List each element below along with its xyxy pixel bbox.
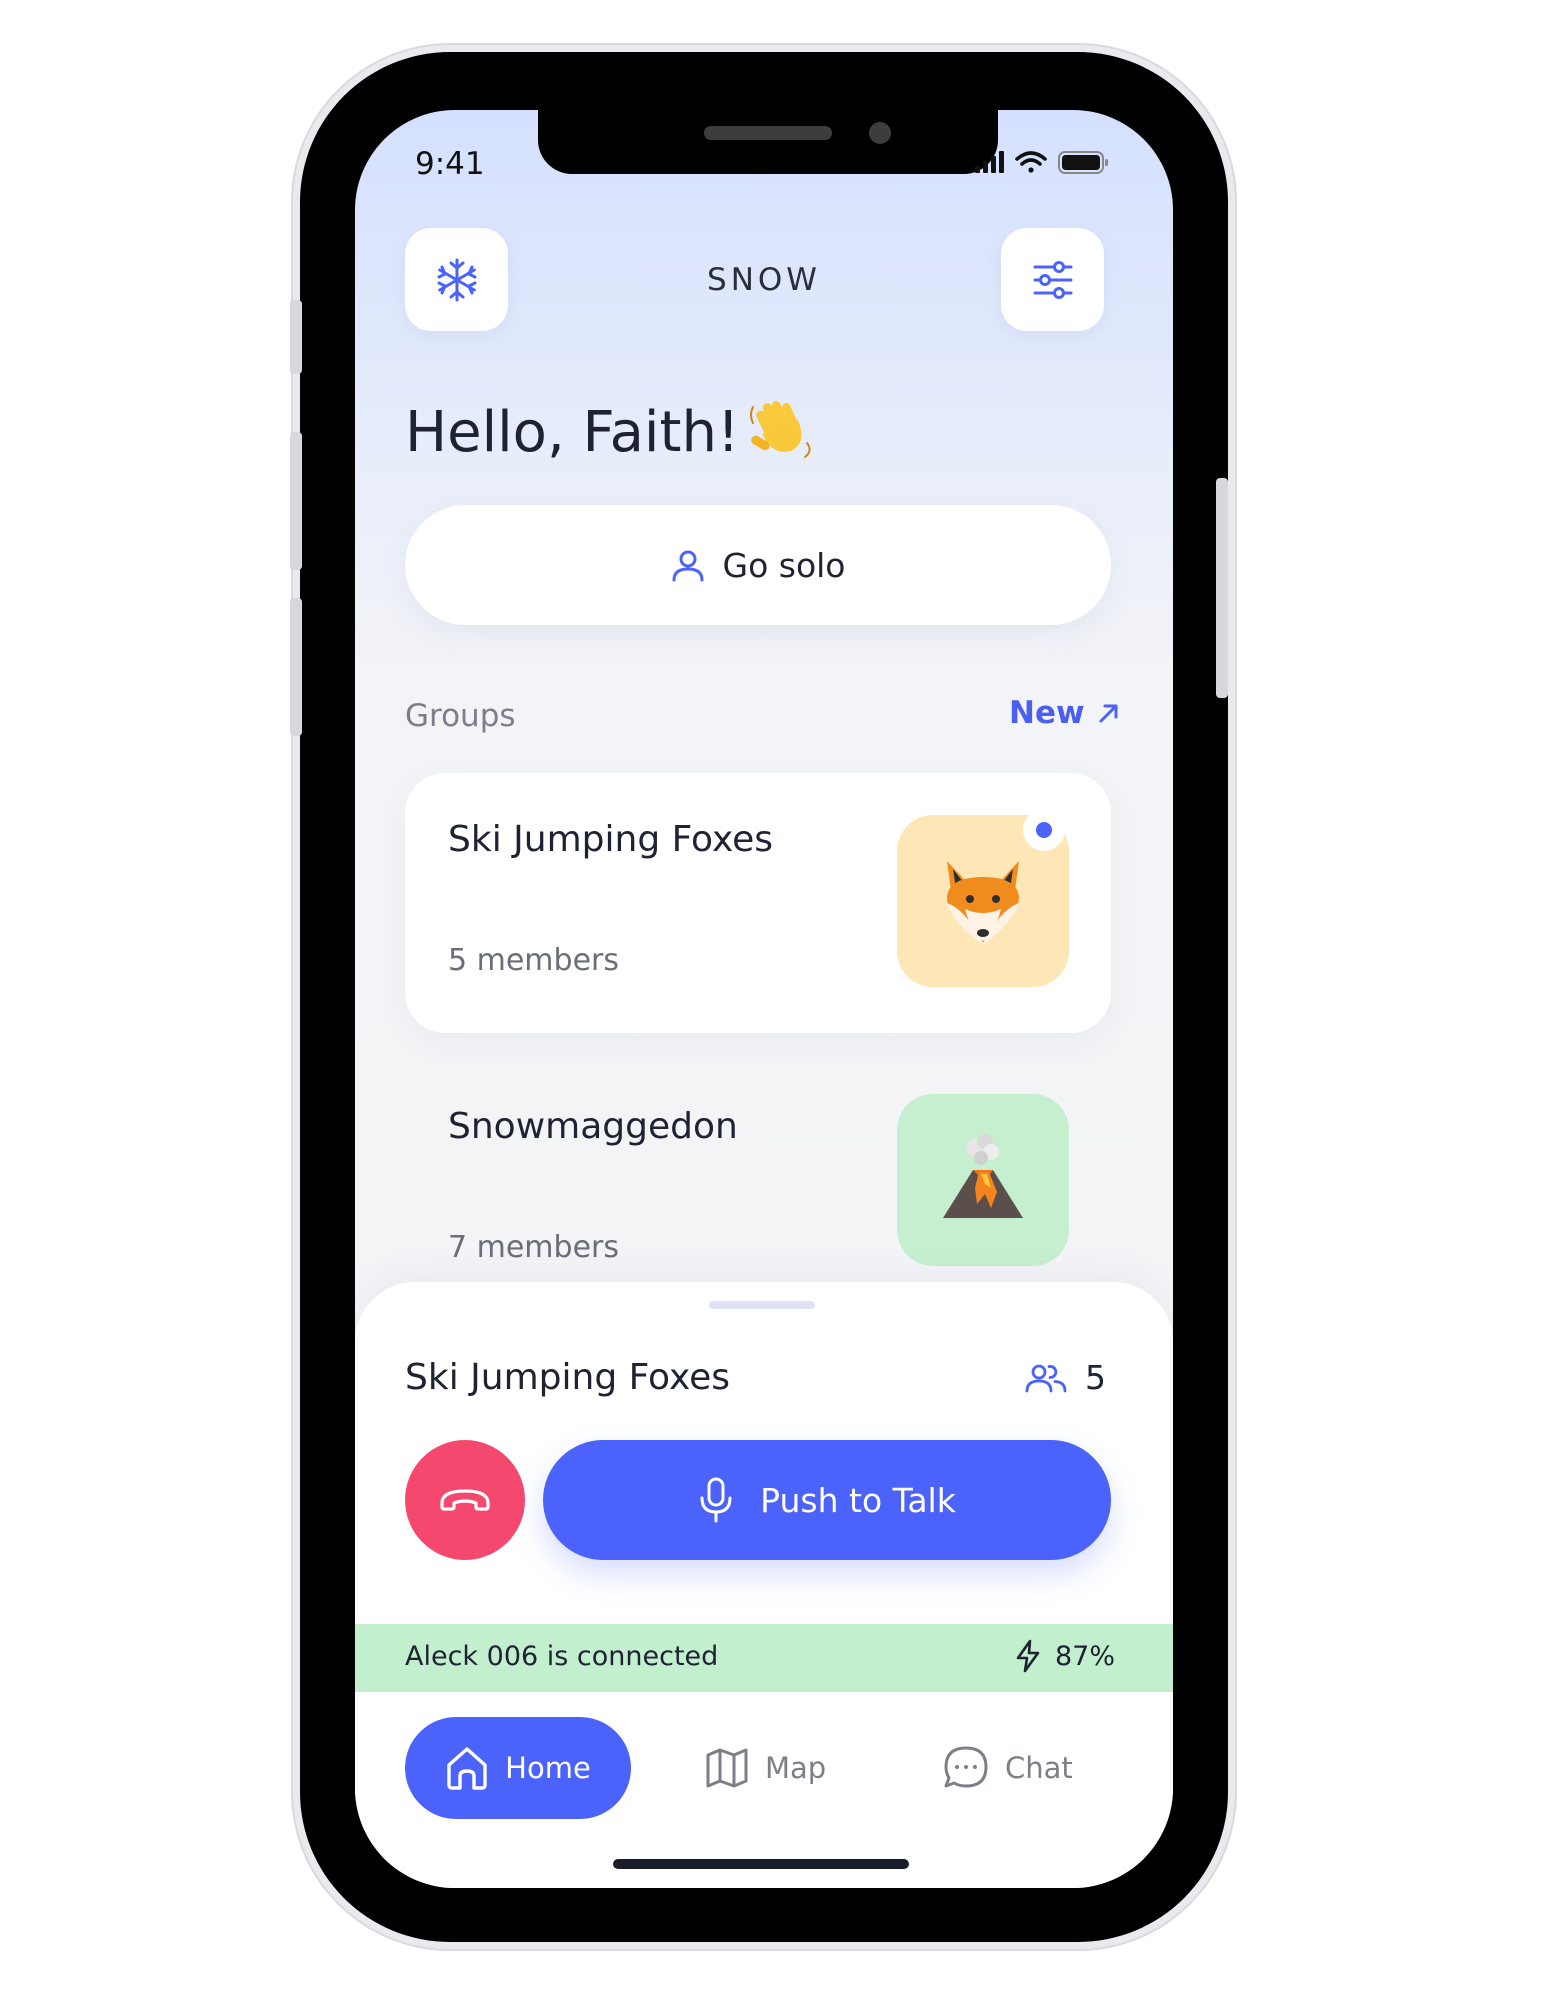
phone-volume-down [290, 598, 302, 736]
phone-mute-switch [290, 300, 302, 374]
notch [538, 110, 998, 174]
phone-power-button [1216, 478, 1228, 698]
waving-hand-emoji [750, 401, 811, 458]
wifi-icon [1015, 151, 1047, 173]
group-members: 5 members [448, 943, 619, 978]
hang-up-button[interactable] [405, 1440, 525, 1560]
push-to-talk-label: Push to Talk [760, 1480, 956, 1520]
go-solo-label: Go solo [722, 545, 846, 585]
phone-hangup-icon [440, 1489, 490, 1511]
device-battery: 87% [1015, 1639, 1115, 1673]
member-count-value: 5 [1085, 1358, 1106, 1397]
front-camera [869, 122, 891, 144]
speaker [704, 126, 832, 140]
active-group-name: Ski Jumping Foxes [405, 1357, 731, 1398]
signal-icon [975, 151, 1004, 173]
nav-chat-label: Chat [1005, 1751, 1073, 1785]
groups-heading: Groups [405, 698, 516, 734]
status-icons [975, 151, 1108, 174]
app-screen: 9:41 SNOW Hello, Faith! Go solo Groups N… [355, 110, 1173, 1888]
map-icon [706, 1748, 748, 1788]
group-name: Snowmaggedon [448, 1106, 738, 1147]
phone-volume-up [290, 432, 302, 570]
active-group-members[interactable]: 5 [1025, 1358, 1106, 1397]
sliders-icon [1033, 260, 1072, 299]
home-icon [447, 1747, 487, 1790]
home-indicator [613, 1859, 909, 1869]
group-name: Ski Jumping Foxes [448, 819, 774, 860]
greeting-text: Hello, Faith! [405, 400, 740, 465]
sheet-handle[interactable] [709, 1301, 815, 1309]
volcano-emoji [943, 1134, 1023, 1218]
go-solo-button[interactable]: Go solo [405, 505, 1111, 625]
push-to-talk-button[interactable]: Push to Talk [543, 1440, 1111, 1560]
users-icon [1025, 1364, 1067, 1392]
group-card[interactable]: Ski Jumping Foxes 5 members [405, 773, 1111, 1033]
microphone-icon [700, 1477, 732, 1523]
active-group-sheet: Ski Jumping Foxes 5 Push to Talk Aleck 0… [355, 1282, 1173, 1888]
connection-status-bar: Aleck 006 is connected 87% [355, 1624, 1173, 1692]
user-icon [672, 550, 703, 582]
group-members: 7 members [448, 1230, 619, 1265]
battery-status-icon [1058, 151, 1108, 174]
nav-item-home[interactable]: Home [405, 1717, 631, 1819]
unread-dot [1036, 822, 1052, 838]
chat-icon [944, 1746, 988, 1788]
settings-button[interactable] [1001, 228, 1104, 331]
unread-indicator [1023, 809, 1065, 851]
battery-level: 87% [1055, 1640, 1116, 1672]
lightning-icon [1016, 1639, 1040, 1673]
nav-map-label: Map [765, 1751, 827, 1785]
arrow-up-right-icon [1099, 704, 1118, 723]
new-group-link[interactable]: New [1009, 695, 1121, 731]
nav-item-chat[interactable]: Chat [943, 1717, 1073, 1819]
group-avatar[interactable] [897, 1094, 1069, 1266]
fox-emoji [947, 861, 1019, 945]
bottom-nav: Home Map Chat [355, 1692, 1173, 1832]
nav-home-label: Home [505, 1751, 591, 1785]
status-time: 9:41 [415, 146, 485, 182]
new-group-label: New [1009, 695, 1085, 731]
nav-item-map[interactable]: Map [705, 1717, 826, 1819]
connection-status-text: Aleck 006 is connected [405, 1641, 719, 1672]
